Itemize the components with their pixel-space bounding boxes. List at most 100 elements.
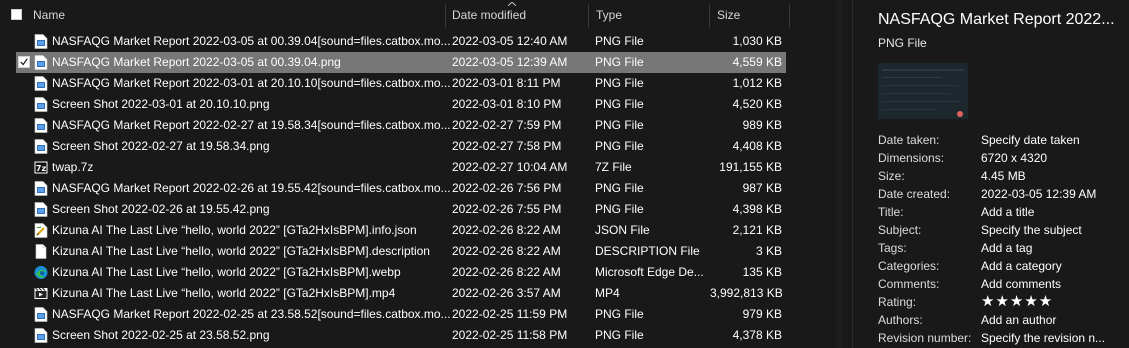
file-row[interactable]: Kizuna AI The Last Live “hello, world 20… bbox=[16, 283, 786, 304]
file-date-modified: 2022-03-01 8:11 PM bbox=[452, 76, 561, 90]
file-date-modified: 2022-02-27 7:59 PM bbox=[452, 118, 562, 132]
file-row[interactable]: Screen Shot 2022-02-25 at 23.58.52.png 20… bbox=[16, 325, 786, 346]
property-label: Tags: bbox=[878, 241, 907, 255]
file-row[interactable]: NASFAQG Market Report 2022-02-25 at 23.5… bbox=[16, 304, 786, 325]
file-type: PNG File bbox=[595, 34, 644, 48]
file-date-modified: 2022-02-26 8:22 AM bbox=[452, 265, 561, 279]
column-separator[interactable] bbox=[789, 4, 790, 28]
vertical-scrollbar[interactable] bbox=[836, 0, 842, 348]
property-label: Dimensions: bbox=[878, 151, 945, 165]
file-name: Screen Shot 2022-02-25 at 23.58.52.png bbox=[52, 328, 270, 342]
select-all-checkbox[interactable] bbox=[11, 9, 22, 20]
file-row[interactable]: Kizuna AI The Last Live “hello, world 20… bbox=[16, 262, 786, 283]
property-value[interactable]: 2022-03-05 12:39 AM bbox=[981, 185, 1129, 203]
property-value[interactable]: 6720 x 4320 bbox=[981, 149, 1129, 167]
file-date-modified: 2022-02-26 8:22 AM bbox=[452, 223, 561, 237]
details-file-type: PNG File bbox=[878, 36, 927, 50]
property-value[interactable]: Add a title bbox=[981, 203, 1129, 221]
property-value[interactable]: Add a tag bbox=[981, 239, 1129, 257]
property-label: Date created: bbox=[878, 187, 951, 201]
file-type: PNG File bbox=[595, 139, 644, 153]
column-header-date-modified[interactable]: Date modified bbox=[452, 0, 587, 30]
file-size: 2,121 KB bbox=[732, 223, 782, 237]
property-value[interactable]: Specify the subject bbox=[981, 221, 1129, 239]
file-name: twap.7z bbox=[52, 160, 94, 174]
property-value[interactable]: Specify the revision n... bbox=[981, 329, 1129, 347]
file-date-modified: 2022-02-25 11:59 PM bbox=[452, 307, 568, 321]
file-row[interactable]: NASFAQG Market Report 2022-03-01 at 20.1… bbox=[16, 73, 786, 94]
file-size: 4,559 KB bbox=[732, 55, 782, 69]
file-size: 3,992,813 KB bbox=[710, 286, 782, 300]
column-header-type[interactable]: Type bbox=[596, 0, 706, 30]
column-separator[interactable] bbox=[709, 4, 710, 28]
file-size: 191,155 KB bbox=[719, 160, 782, 174]
file-type: PNG File bbox=[595, 307, 644, 321]
property-label: Rating: bbox=[878, 295, 917, 309]
sort-ascending-icon bbox=[508, 2, 516, 6]
file-row[interactable]: NASFAQG Market Report 2022-03-05 at 00.3… bbox=[16, 52, 786, 73]
property-row: Comments: Add comments bbox=[878, 275, 1129, 293]
rating-stars[interactable]: ★★★★★ bbox=[981, 293, 1129, 311]
file-name: Screen Shot 2022-03-01 at 20.10.10.png bbox=[52, 97, 270, 111]
file-row[interactable]: Screen Shot 2022-02-26 at 19.55.42.png 20… bbox=[16, 199, 786, 220]
column-separator[interactable] bbox=[588, 4, 589, 28]
file-type: 7Z File bbox=[595, 160, 632, 174]
svg-text:7z: 7z bbox=[36, 164, 47, 173]
property-label: Categories: bbox=[878, 259, 940, 273]
property-label: Size: bbox=[878, 169, 905, 183]
file-name: NASFAQG Market Report 2022-03-05 at 00.3… bbox=[52, 55, 341, 69]
property-value[interactable]: Add an author bbox=[981, 311, 1129, 329]
file-name: NASFAQG Market Report 2022-03-01 at 20.1… bbox=[52, 76, 451, 90]
file-name: NASFAQG Market Report 2022-03-05 at 00.3… bbox=[52, 34, 451, 48]
file-size: 979 KB bbox=[742, 307, 782, 321]
property-label: Comments: bbox=[878, 277, 940, 291]
property-value[interactable]: 4.45 MB bbox=[981, 167, 1129, 185]
file-size: 989 KB bbox=[742, 118, 782, 132]
file-list: Name Date modified Type Size NASFAQG Mar… bbox=[0, 0, 842, 348]
file-size: 4,398 KB bbox=[732, 202, 782, 216]
file-row[interactable]: NASFAQG Market Report 2022-03-05 at 00.3… bbox=[16, 31, 786, 52]
file-name: NASFAQG Market Report 2022-02-26 at 19.5… bbox=[52, 181, 451, 195]
file-thumbnail bbox=[878, 63, 968, 119]
file-type: PNG File bbox=[595, 97, 644, 111]
file-type: PNG File bbox=[595, 55, 644, 69]
file-date-modified: 2022-02-27 10:04 AM bbox=[452, 160, 568, 174]
file-row[interactable]: Screen Shot 2022-02-27 at 19.58.34.png 20… bbox=[16, 136, 786, 157]
file-type: PNG File bbox=[595, 76, 644, 90]
file-name: Kizuna AI The Last Live “hello, world 20… bbox=[52, 223, 417, 237]
file-size: 4,378 KB bbox=[732, 328, 782, 342]
property-value[interactable]: Specify date taken bbox=[981, 131, 1129, 149]
file-name: NASFAQG Market Report 2022-02-27 at 19.5… bbox=[52, 118, 451, 132]
property-row: Size: 4.45 MB bbox=[878, 167, 1129, 185]
column-header-name[interactable]: Name bbox=[33, 0, 443, 30]
property-label: Authors: bbox=[878, 313, 923, 327]
file-row[interactable]: NASFAQG Market Report 2022-02-27 at 19.5… bbox=[16, 115, 786, 136]
file-name: Screen Shot 2022-02-26 at 19.55.42.png bbox=[52, 202, 270, 216]
file-type: DESCRIPTION File bbox=[595, 244, 700, 258]
file-date-modified: 2022-03-05 12:40 AM bbox=[452, 34, 568, 48]
file-size: 4,408 KB bbox=[732, 139, 782, 153]
row-checkbox[interactable] bbox=[18, 56, 30, 68]
property-value[interactable]: Add a category bbox=[981, 257, 1129, 275]
column-separator[interactable] bbox=[445, 4, 446, 28]
file-row[interactable]: Kizuna AI The Last Live “hello, world 20… bbox=[16, 220, 786, 241]
file-date-modified: 2022-03-05 12:39 AM bbox=[452, 55, 568, 69]
file-row[interactable]: Kizuna AI The Last Live “hello, world 20… bbox=[16, 241, 786, 262]
property-label: Title: bbox=[878, 205, 904, 219]
property-label: Date taken: bbox=[878, 133, 940, 147]
column-header-size[interactable]: Size bbox=[717, 0, 787, 30]
file-row[interactable]: NASFAQG Market Report 2022-02-26 at 19.5… bbox=[16, 178, 786, 199]
file-row[interactable]: Screen Shot 2022-03-01 at 20.10.10.png 20… bbox=[16, 94, 786, 115]
file-size: 987 KB bbox=[742, 181, 782, 195]
property-value[interactable]: Add comments bbox=[981, 275, 1129, 293]
file-type: JSON File bbox=[595, 223, 650, 237]
file-name: Kizuna AI The Last Live “hello, world 20… bbox=[52, 265, 401, 279]
details-pane: NASFAQG Market Report 2022... PNG File D… bbox=[853, 0, 1129, 348]
file-date-modified: 2022-02-25 11:58 PM bbox=[452, 328, 568, 342]
file-row[interactable]: 7z twap.7z 2022-02-27 10:04 AM 7Z File 191,1… bbox=[16, 157, 786, 178]
property-label: Revision number: bbox=[878, 331, 972, 345]
property-row: Date taken: Specify date taken bbox=[878, 131, 1129, 149]
file-date-modified: 2022-02-26 7:56 PM bbox=[452, 181, 562, 195]
property-row: Subject: Specify the subject bbox=[878, 221, 1129, 239]
property-row: Tags: Add a tag bbox=[878, 239, 1129, 257]
